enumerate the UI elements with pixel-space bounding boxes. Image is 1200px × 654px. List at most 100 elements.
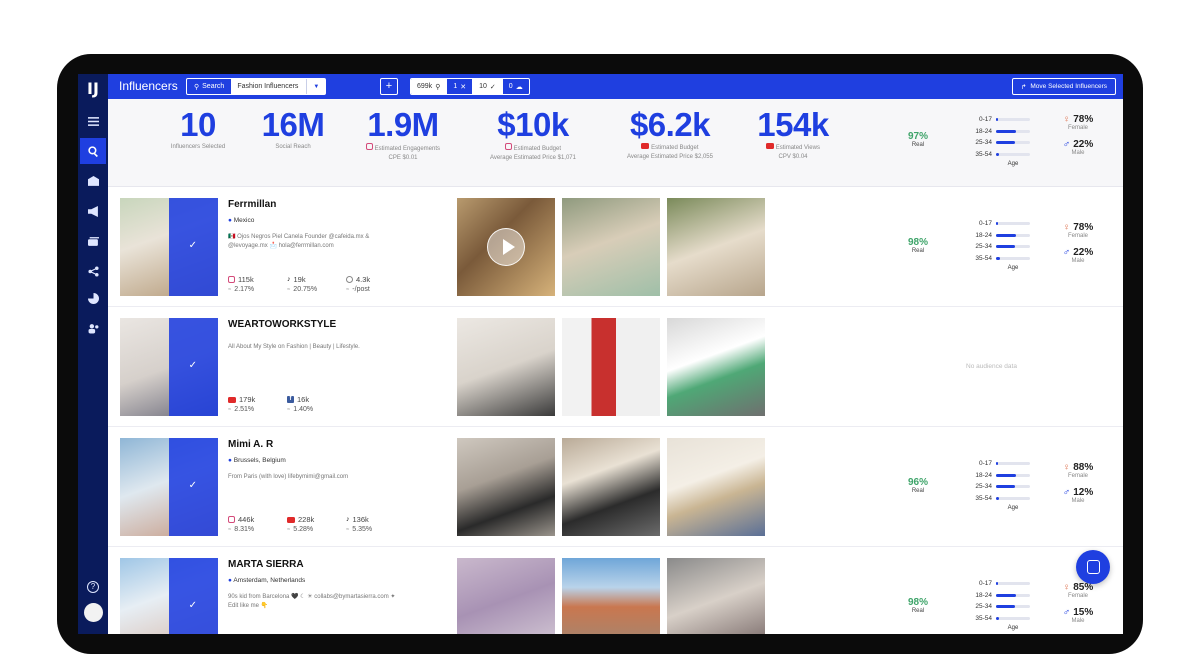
move-selected-button[interactable]: ↱ Move Selected Influencers <box>1011 78 1116 95</box>
search-button[interactable]: ⚲ Search <box>187 79 232 94</box>
age-bucket: 35-54 <box>975 254 992 262</box>
age-label: Age <box>1007 625 1019 631</box>
age-label: Age <box>1007 505 1019 511</box>
engagement-rate: 1.40% <box>293 406 314 413</box>
influencer-row[interactable]: ✓ MARTA SIERRA ● Amsterdam, Netherlands … <box>108 547 1123 634</box>
age-bucket: 25-34 <box>975 483 992 491</box>
followers: 4.3k <box>356 275 371 284</box>
influencer-avatar[interactable]: ✓ <box>120 558 218 634</box>
metric-value: 10 <box>180 106 216 143</box>
help-icon[interactable]: ? <box>87 581 99 593</box>
male-percent: 22% <box>1073 139 1094 150</box>
post-image[interactable] <box>457 558 555 634</box>
forward-icon: ↱ <box>1020 83 1027 91</box>
metric-influencers: 10 Influencers Selected <box>156 107 240 152</box>
age-bucket: 0-17 <box>978 460 992 468</box>
influencer-location: Mexico <box>233 217 255 224</box>
instagram-icon <box>365 143 373 150</box>
influencer-avatar[interactable]: ✓ <box>120 318 218 416</box>
pie-chart-icon[interactable] <box>80 285 106 311</box>
post-image[interactable] <box>457 438 555 536</box>
age-bar <box>996 256 1001 260</box>
influencer-location: Amsterdam, Netherlands <box>233 577 306 584</box>
checked-count: 10 <box>479 83 487 90</box>
age-bucket: 25-34 <box>975 243 992 251</box>
engagement-rate: 2.17% <box>234 286 255 293</box>
selected-count: 1 <box>453 83 458 90</box>
post-image[interactable] <box>667 558 765 634</box>
age-chart: 0-17 18-24 25-34 35-54 Age <box>974 218 1030 271</box>
cloud-filter[interactable]: 0 ☁ <box>503 79 529 94</box>
post-image[interactable] <box>667 318 765 416</box>
age-bucket: 0-17 <box>978 116 992 124</box>
search-icon[interactable] <box>80 138 106 164</box>
metric-value: 1.9M <box>367 106 439 143</box>
age-bucket: 0-17 <box>978 580 992 588</box>
post-image[interactable] <box>667 198 765 296</box>
megaphone-icon[interactable] <box>80 198 106 224</box>
engagement-rate: 20.75% <box>293 286 318 293</box>
age-bar <box>996 129 1017 133</box>
followers: 115k <box>238 275 254 284</box>
metric-label: Influencers Selected <box>170 144 226 150</box>
post-video[interactable] <box>457 198 555 296</box>
search-icon: ⚲ <box>435 83 441 91</box>
influencer-avatar[interactable]: ✓ <box>120 198 218 296</box>
influencer-name[interactable]: MARTA SIERRA <box>228 559 304 570</box>
search-input[interactable]: Fashion Influencers <box>231 79 308 94</box>
chat-button[interactable] <box>1076 550 1110 584</box>
tiktok-icon: ♪ <box>287 276 291 283</box>
sidebar: IJ ? <box>78 74 108 634</box>
engagement-icon: ≈ <box>228 286 232 293</box>
checked-filter[interactable]: 10 ✓ <box>473 79 503 94</box>
cards-icon[interactable] <box>80 228 106 254</box>
age-bar <box>996 616 1000 620</box>
engagement-rate: 2.51% <box>234 406 255 413</box>
metric-label: Estimated Budget <box>513 146 562 152</box>
age-bucket: 0-17 <box>978 220 992 228</box>
real-percent: 97% <box>907 131 928 142</box>
post-image[interactable] <box>667 438 765 536</box>
influencer-row[interactable]: ✓ Mimi A. R ● Brussels, Belgium From Par… <box>108 427 1123 547</box>
play-icon[interactable] <box>487 228 525 266</box>
influencer-bio: All About My Style on Fashion | Beauty |… <box>228 344 360 350</box>
female-icon: ♀ <box>1062 462 1071 473</box>
female-label: Female <box>1067 473 1088 479</box>
female-percent: 88% <box>1073 462 1094 473</box>
real-label: Real <box>911 248 925 254</box>
age-bucket: 18-24 <box>975 127 992 135</box>
users-icon[interactable] <box>80 315 106 341</box>
influencer-name[interactable]: Mimi A. R <box>228 439 273 450</box>
user-avatar[interactable] <box>84 603 103 622</box>
age-bucket: 18-24 <box>975 471 992 479</box>
share-icon[interactable] <box>80 258 106 284</box>
influencer-name[interactable]: WEARTOWORKSTYLE <box>228 319 336 330</box>
metric-label: Social Reach <box>275 144 311 150</box>
move-selected-label: Move Selected Influencers <box>1030 83 1107 90</box>
influencer-avatar[interactable]: ✓ <box>120 438 218 536</box>
add-list-button[interactable]: + <box>380 78 398 95</box>
influencer-row[interactable]: ✓ WEARTOWORKSTYLE All About My Style on … <box>108 307 1123 427</box>
female-percent: 78% <box>1073 114 1094 125</box>
inbox-icon[interactable] <box>80 168 106 194</box>
male-icon: ♂ <box>1062 139 1071 150</box>
check-icon: ✓ <box>188 600 197 611</box>
summary-panel: 10 Influencers Selected 16M Social Reach… <box>108 99 1123 187</box>
post-image[interactable] <box>562 438 660 536</box>
influencer-row[interactable]: ✓ Ferrmillan ● Mexico 🇲🇽 Ojos Negros Pie… <box>108 187 1123 307</box>
chevron-down-icon[interactable]: ▼ <box>307 79 325 94</box>
youtube-icon <box>228 396 236 403</box>
post-image[interactable] <box>562 318 660 416</box>
post-image[interactable] <box>562 198 660 296</box>
post-image[interactable] <box>457 318 555 416</box>
real-percent: 98% <box>907 597 928 608</box>
clear-selection[interactable]: 1 ✕ <box>447 79 474 94</box>
influencer-name[interactable]: Ferrmillan <box>228 199 276 210</box>
followers: 446k <box>238 515 255 524</box>
female-label: Female <box>1067 125 1088 131</box>
list-icon[interactable] <box>80 108 106 134</box>
influencer-bio: 90s kid from Barcelona 🖤 ☾ ☀ collabs@bym… <box>228 594 396 609</box>
reach-filter[interactable]: 699k ⚲ <box>411 79 448 94</box>
engagement-icon: ≈ <box>287 406 291 413</box>
post-image[interactable] <box>562 558 660 634</box>
